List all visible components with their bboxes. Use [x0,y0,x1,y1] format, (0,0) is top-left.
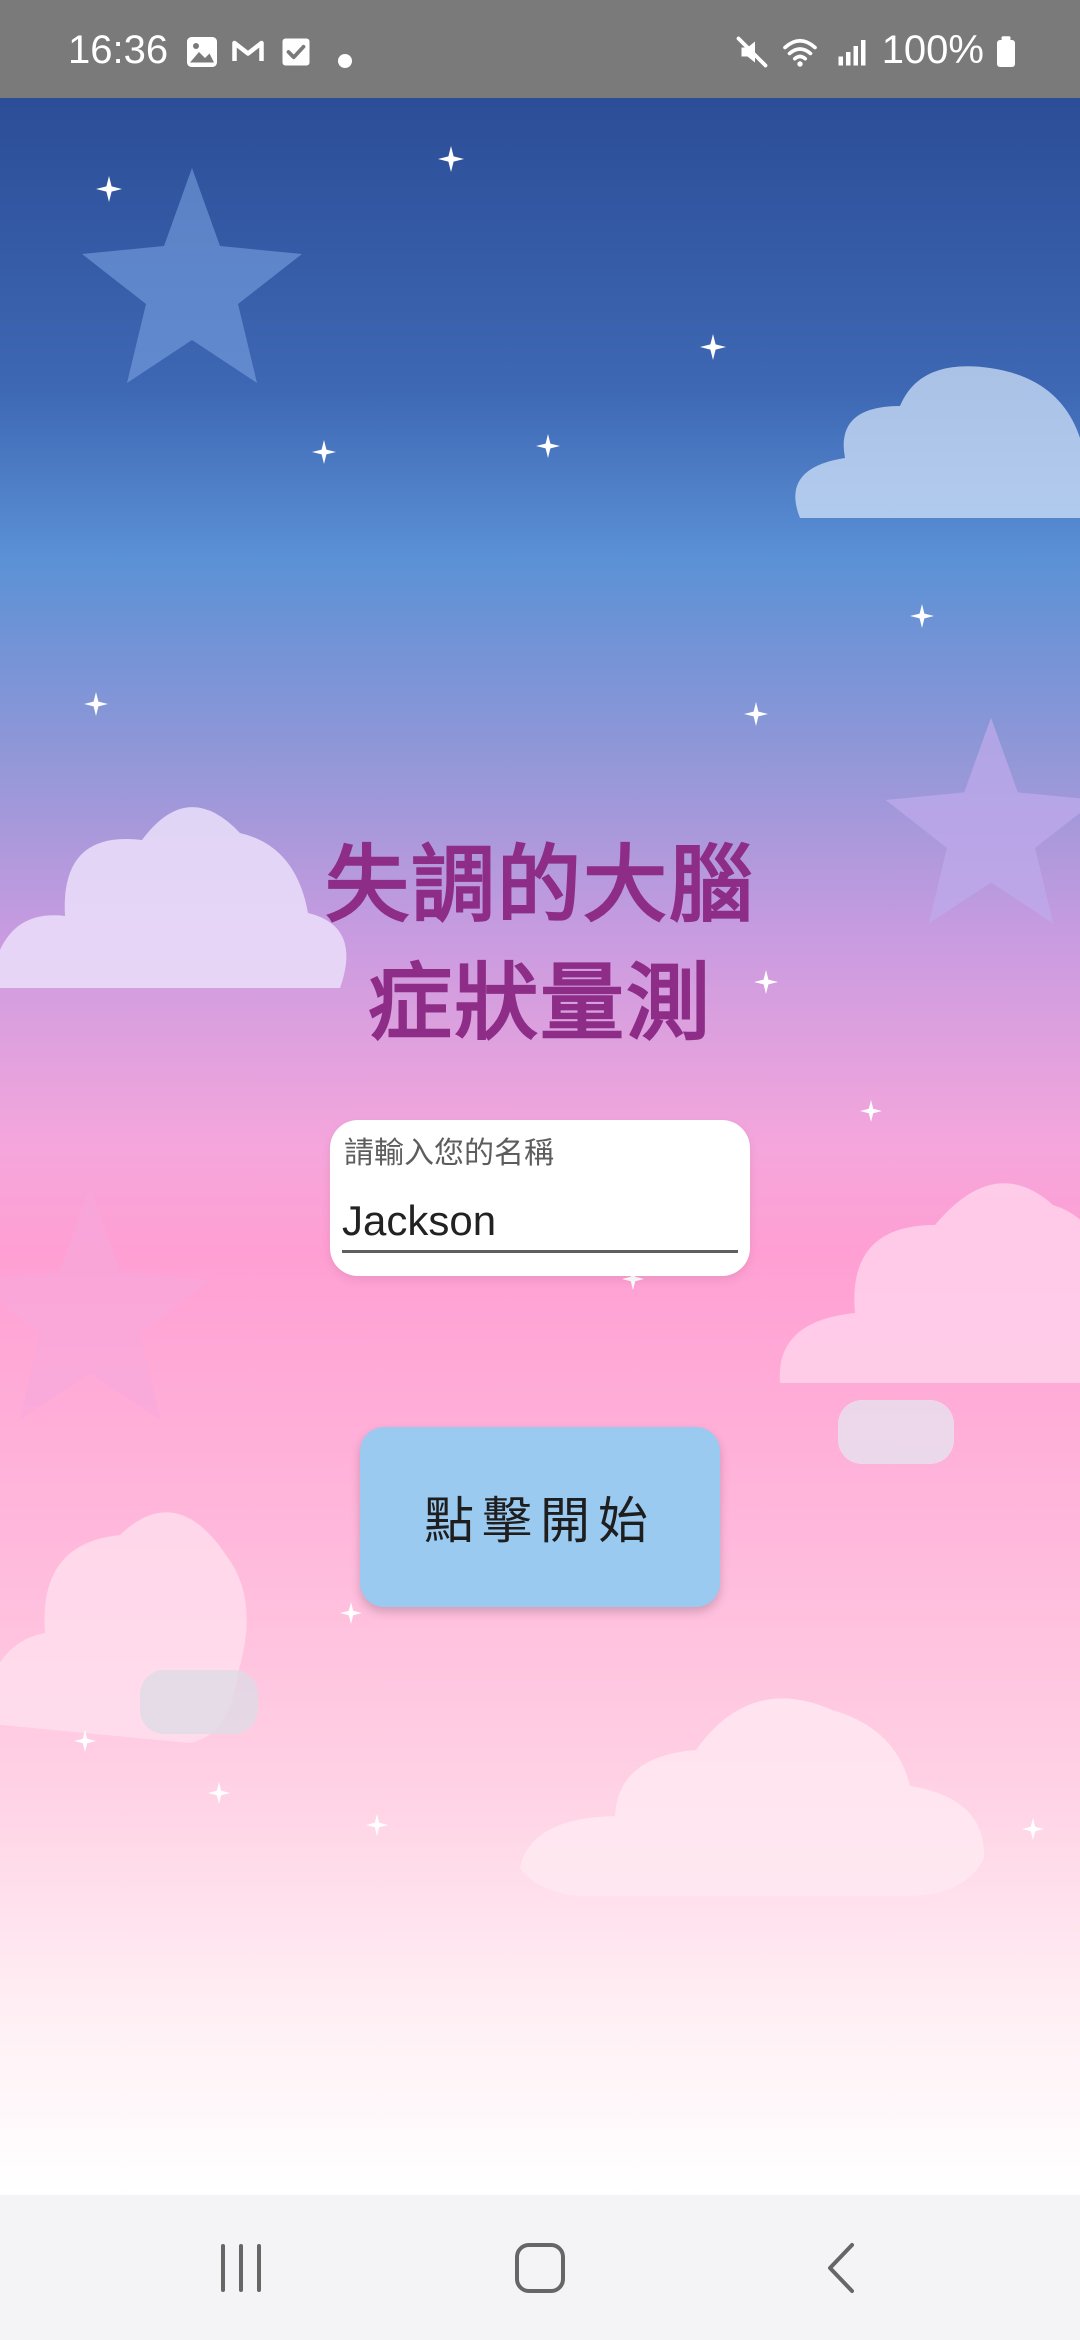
name-input[interactable] [342,1192,738,1253]
small-cloud [838,1400,954,1464]
system-nav-bar [0,2195,1080,2340]
cloud-icon [520,1698,985,1896]
status-bar: 16:36 100% [0,0,1080,98]
sparkle-icon [860,1100,882,1122]
image-icon [187,37,217,67]
title-block: 失調的大腦 症狀量測 [270,826,810,1062]
sparkle-icon [74,1730,96,1752]
home-icon[interactable] [505,2233,575,2303]
sparkle-icon [96,176,122,202]
sparkle-icon [700,334,726,360]
sparkle-icon [208,1782,230,1804]
sparkle-icon [438,146,464,172]
wifi-icon [783,38,817,67]
title-line-1: 失調的大腦 [324,836,755,934]
name-card: 請輸入您的名稱 [330,1120,750,1276]
check-icon [282,38,310,66]
sparkle-icon [744,702,768,726]
start-button[interactable]: 點擊開始 [360,1427,720,1607]
moon-icon [772,164,850,265]
battery-icon [997,36,1015,67]
sparkle-icon [366,1814,388,1836]
star-icon [0,1186,210,1420]
star-icon [885,717,1080,924]
title-line-2: 症狀量測 [367,954,712,1052]
sparkle-icon [536,434,560,458]
cloud-icon [779,1183,1080,1383]
small-cloud [140,1670,258,1734]
notification-dot [338,54,352,68]
gmail-icon [232,40,264,61]
sparkle-icon [312,440,336,464]
sparkle-icon [340,1602,362,1624]
mute-icon [736,36,768,68]
sparkle-icon [1022,1818,1044,1840]
sparkle-icon [84,692,108,716]
sparkle-icon [910,604,934,628]
signal-icon [838,40,866,66]
back-icon[interactable] [808,2233,878,2303]
status-time: 16:36 [68,28,169,72]
name-label: 請輸入您的名稱 [344,1136,554,1171]
app-screen: 失調的大腦 症狀量測 請輸入您的名稱 點擊開始 [0,98,1080,2195]
recents-icon[interactable] [206,2233,276,2303]
cloud-icon [795,366,1080,518]
battery-text: 100% [881,28,984,72]
